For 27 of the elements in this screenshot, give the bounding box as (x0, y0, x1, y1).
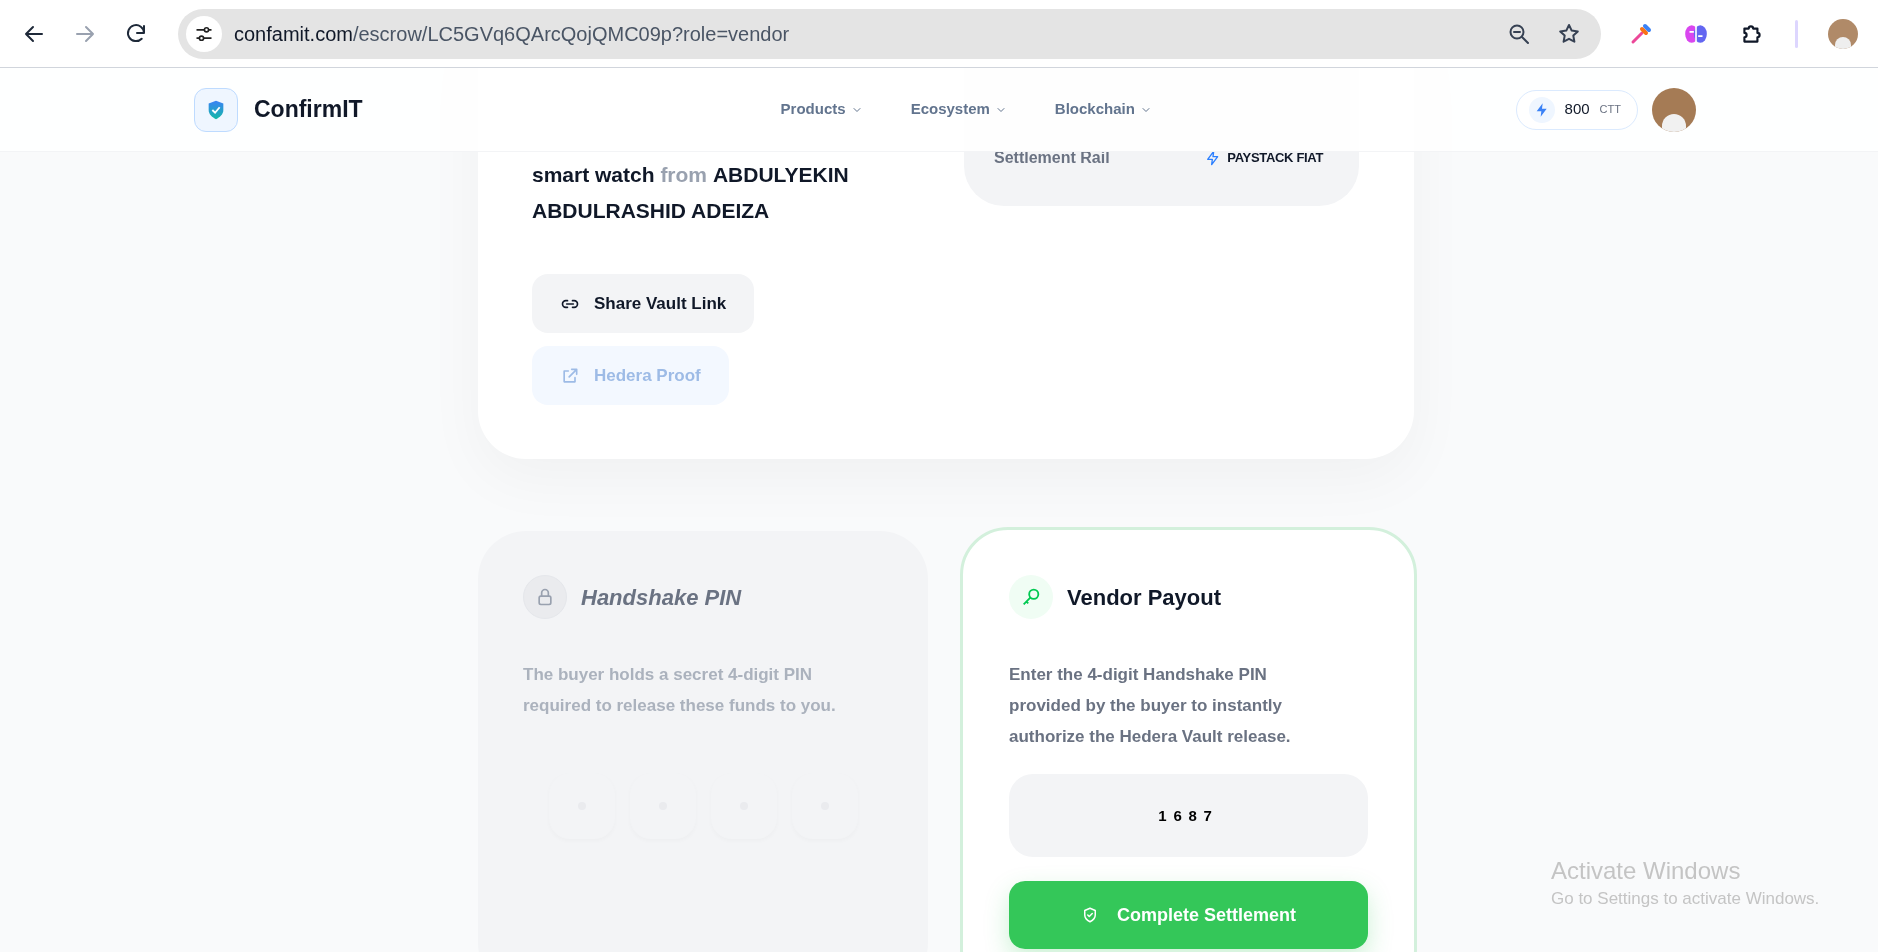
profile-avatar[interactable] (1828, 18, 1858, 49)
card-description: The buyer holds a secret 4-digit PIN required to release these funds to you. (523, 664, 837, 717)
credits-pill[interactable]: 800 CTT (1515, 89, 1638, 130)
key-icon (1009, 575, 1053, 619)
external-link-icon (560, 365, 580, 386)
site-info-icon[interactable] (186, 15, 222, 52)
user-avatar[interactable] (1652, 87, 1696, 132)
credits-unit: CTT (1599, 102, 1621, 118)
divider-mark (1795, 19, 1798, 48)
nav-menu-item[interactable]: Ecosystem (910, 98, 1007, 121)
lock-icon (523, 575, 567, 619)
detail-value: PAYSTACK FIAT (1227, 149, 1323, 168)
vault-summary: smart watch from ABDULYEKIN ABDULRASHID ADEIZA (532, 162, 850, 224)
eyedropper-icon[interactable] (1629, 21, 1653, 46)
bookmark-star-icon[interactable] (1557, 21, 1581, 46)
bolt-icon (1528, 96, 1555, 123)
card-description: Enter the 4-digit Handshake PIN provided by the buyer to instantly authorize the Hedera Vault release. (1009, 664, 1292, 748)
card-title: Vendor Payout (1067, 583, 1222, 612)
brand-name[interactable]: ConfirmIT (254, 92, 363, 127)
share-link-button[interactable]: Share Vault Link (532, 274, 755, 333)
card-title: Handshake PIN (581, 583, 742, 612)
nav-menu-item[interactable]: Blockchain (1054, 98, 1152, 121)
credits-value: 800 (1564, 99, 1590, 120)
pin-input[interactable]: 1687 (1009, 774, 1368, 857)
nav-menu-item[interactable]: Products (780, 98, 863, 121)
shield-check-logo-icon[interactable] (194, 87, 238, 132)
address-bar[interactable]: confamit.com/escrow/LC5GVq6QArcQojQMC09p?role=vendor (178, 8, 1601, 59)
